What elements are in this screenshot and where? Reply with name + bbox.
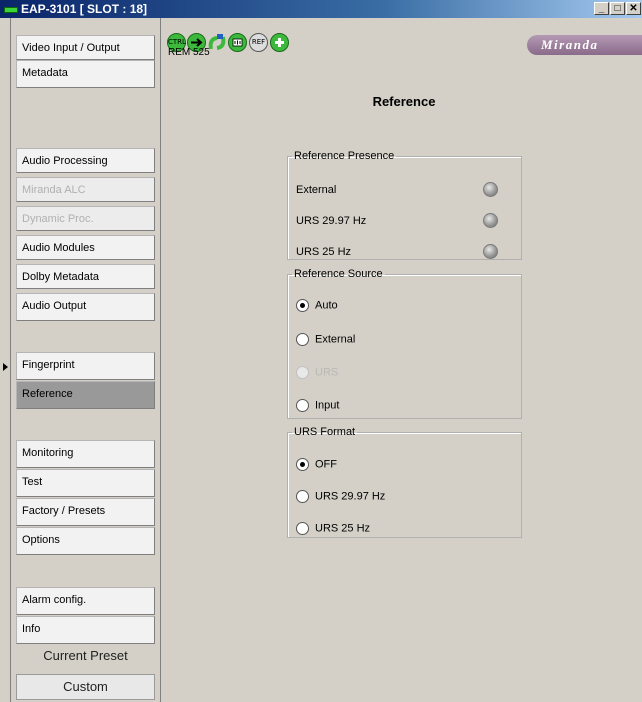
urs-radio-off-label: OFF — [315, 458, 337, 471]
rem-status-text: REM 525 — [168, 47, 210, 58]
nav-item-test[interactable]: Test — [16, 469, 155, 497]
plus-icon[interactable] — [270, 33, 289, 52]
presence-led-urs-25 — [483, 244, 498, 259]
app-icon — [4, 7, 18, 13]
radio-disabled-icon — [296, 366, 309, 379]
nav-item-audio-modules[interactable]: Audio Modules — [16, 235, 155, 260]
radio-unchecked-icon — [296, 399, 309, 412]
miranda-logo: Miranda — [527, 35, 642, 55]
source-radio-urs: URS — [296, 366, 338, 379]
nav-item-audio-processing[interactable]: Audio Processing — [16, 148, 155, 173]
window-title: EAP-3101 [ SLOT : 18] — [21, 2, 148, 16]
nav-item-video-input-output[interactable]: Video Input / Output — [16, 35, 155, 60]
nav-item-fingerprint[interactable]: Fingerprint — [16, 352, 155, 380]
urs-radio-2997-label: URS 29.97 Hz — [315, 490, 386, 503]
ref-icon-label: REF — [251, 38, 266, 46]
title-bar: EAP-3101 [ SLOT : 18] _ □ ✕ — [0, 0, 642, 18]
audio-icon[interactable] — [228, 33, 247, 52]
urs-radio-25[interactable]: URS 25 Hz — [296, 522, 370, 535]
presence-label-external: External — [296, 184, 337, 196]
page-title: Reference — [372, 94, 436, 109]
presence-led-urs-2997 — [483, 213, 498, 228]
radio-checked-icon — [296, 458, 309, 471]
ref-icon[interactable]: REF — [249, 33, 268, 52]
radio-unchecked-icon — [296, 522, 309, 535]
nav-item-monitoring[interactable]: Monitoring — [16, 440, 155, 468]
reference-source-legend: Reference Source — [294, 268, 383, 280]
minimize-button[interactable]: _ — [594, 2, 609, 15]
nav-item-dynamic-proc: Dynamic Proc. — [16, 206, 155, 231]
presence-label-urs-2997: URS 29.97 Hz — [296, 215, 367, 227]
presence-led-external — [483, 182, 498, 197]
source-radio-input-label: Input — [315, 399, 340, 412]
source-radio-external[interactable]: External — [296, 333, 355, 346]
urs-format-legend: URS Format — [294, 426, 356, 438]
urs-radio-25-label: URS 25 Hz — [315, 522, 371, 535]
nav-item-dolby-metadata[interactable]: Dolby Metadata — [16, 264, 155, 289]
active-item-arrow-icon — [3, 363, 8, 371]
nav-item-factory-presets[interactable]: Factory / Presets — [16, 498, 155, 526]
nav-item-alarm-config[interactable]: Alarm config. — [16, 587, 155, 615]
nav-indicator-strip — [0, 18, 11, 702]
close-button[interactable]: ✕ — [626, 2, 641, 15]
source-radio-input[interactable]: Input — [296, 399, 339, 412]
nav-item-miranda-alc: Miranda ALC — [16, 177, 155, 202]
current-preset-label: Current Preset — [43, 648, 128, 663]
nav-item-metadata[interactable]: Metadata — [16, 60, 155, 88]
current-preset-value: Custom — [16, 674, 155, 700]
ctrl-icon-label: CTRL — [168, 38, 186, 46]
radio-checked-icon — [296, 299, 309, 312]
source-radio-auto[interactable]: Auto — [296, 299, 338, 312]
maximize-button[interactable]: □ — [610, 2, 625, 15]
urs-radio-2997[interactable]: URS 29.97 Hz — [296, 490, 385, 503]
nav-item-audio-output[interactable]: Audio Output — [16, 293, 155, 321]
nav-item-options[interactable]: Options — [16, 527, 155, 555]
radio-unchecked-icon — [296, 490, 309, 503]
reference-source-group: Reference Source Auto External URS Input — [287, 268, 522, 419]
urs-format-group: URS Format OFF URS 29.97 Hz URS 25 Hz — [287, 426, 522, 538]
source-radio-urs-label: URS — [315, 366, 339, 379]
presence-label-urs-25: URS 25 Hz — [296, 246, 352, 258]
nav-item-reference[interactable]: Reference — [16, 381, 155, 409]
source-radio-auto-label: Auto — [315, 299, 338, 312]
nav-item-info[interactable]: Info — [16, 616, 155, 644]
reference-presence-legend: Reference Presence — [294, 150, 395, 162]
reference-presence-group: Reference Presence External URS 29.97 Hz… — [287, 150, 522, 260]
radio-unchecked-icon — [296, 333, 309, 346]
source-radio-external-label: External — [315, 333, 356, 346]
urs-radio-off[interactable]: OFF — [296, 458, 337, 471]
